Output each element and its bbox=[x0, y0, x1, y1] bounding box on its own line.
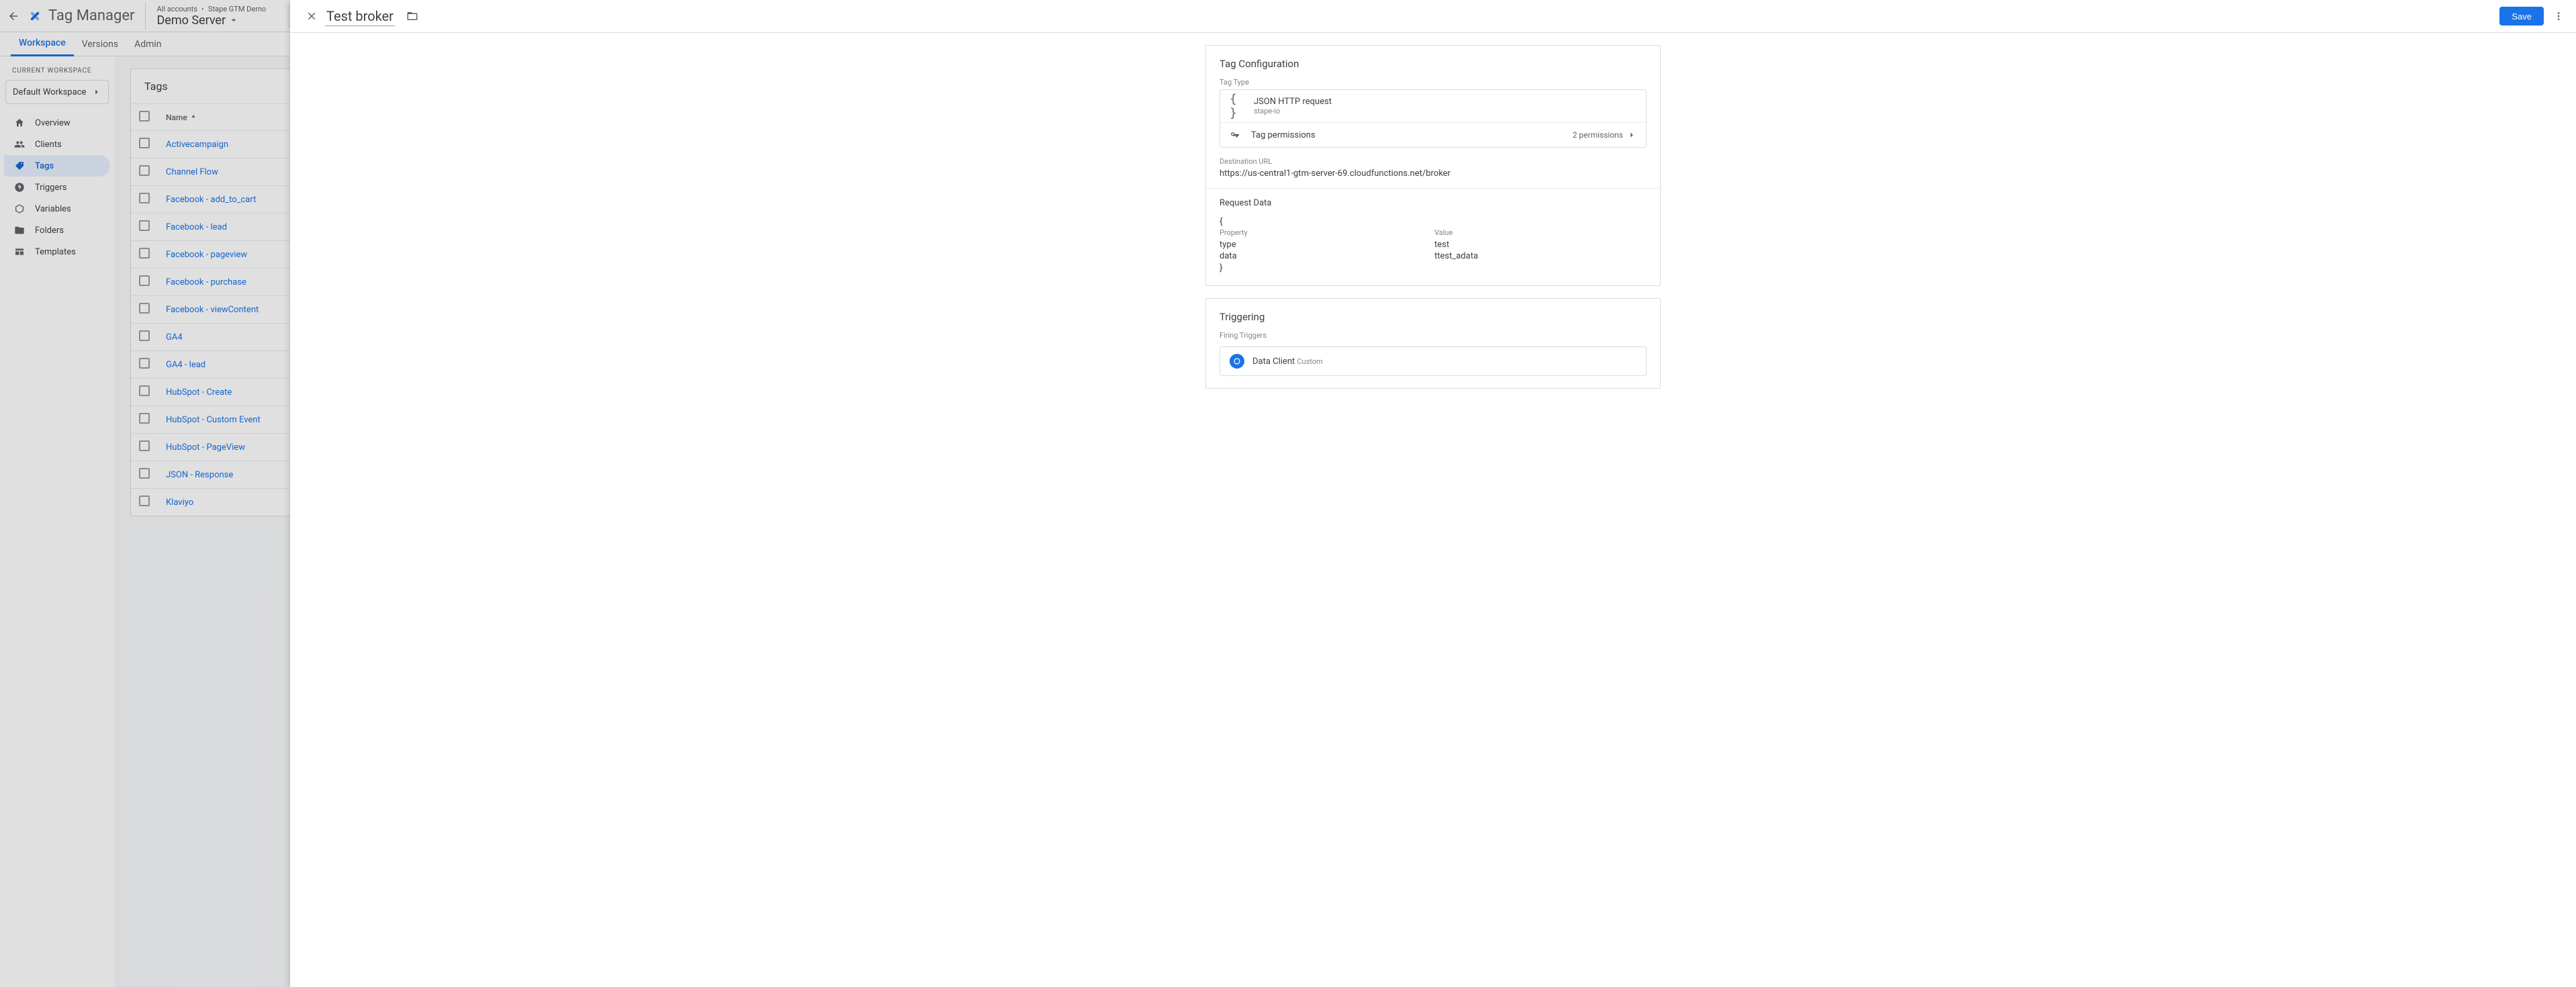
tag-configuration-card[interactable]: Tag Configuration Tag Type { } JSON HTTP… bbox=[1205, 45, 1661, 286]
dest-url-value: https://us-central1-gtm-server-69.cloudf… bbox=[1220, 169, 1647, 179]
braces-icon: { } bbox=[1230, 98, 1246, 114]
triggering-card[interactable]: Triggering Firing Triggers Data Client C… bbox=[1205, 298, 1661, 389]
kv-row: type test bbox=[1220, 240, 1647, 250]
kv-val: ttest_adata bbox=[1434, 251, 1478, 261]
tag-type-label: Tag Type bbox=[1220, 78, 1647, 87]
tag-config-title: Tag Configuration bbox=[1220, 58, 1647, 70]
dest-url-label: Destination URL bbox=[1220, 157, 1647, 166]
template-author: stape-io bbox=[1254, 107, 1332, 115]
tag-permissions-row[interactable]: Tag permissions 2 permissions bbox=[1220, 122, 1646, 147]
col-value: Value bbox=[1434, 228, 1453, 237]
col-property: Property bbox=[1220, 228, 1434, 237]
permissions-count: 2 permissions bbox=[1573, 130, 1623, 140]
trigger-type: Custom bbox=[1297, 357, 1323, 366]
close-brace: } bbox=[1220, 263, 1647, 273]
close-button[interactable] bbox=[298, 3, 325, 30]
tag-permissions-label: Tag permissions bbox=[1251, 130, 1316, 140]
triggering-title: Triggering bbox=[1220, 311, 1647, 323]
save-button[interactable]: Save bbox=[2499, 7, 2544, 26]
folder-button[interactable] bbox=[402, 5, 423, 27]
open-brace: { bbox=[1220, 216, 1647, 227]
request-data-label: Request Data bbox=[1220, 198, 1647, 208]
trigger-name: Data Client bbox=[1252, 357, 1295, 367]
modal-scrim[interactable] bbox=[0, 0, 290, 987]
key-icon bbox=[1230, 130, 1243, 140]
tag-type-box: { } JSON HTTP request stape-io Tag permi… bbox=[1220, 89, 1647, 148]
trigger-row[interactable]: Data Client Custom bbox=[1220, 346, 1647, 376]
folder-icon bbox=[406, 10, 418, 22]
tag-title[interactable]: Test broker bbox=[325, 7, 395, 26]
tag-template-row[interactable]: { } JSON HTTP request stape-io bbox=[1220, 90, 1646, 122]
kv-val: test bbox=[1434, 240, 1449, 250]
close-icon bbox=[306, 10, 318, 22]
firing-triggers-label: Firing Triggers bbox=[1220, 331, 1647, 340]
chevron-right-icon bbox=[1627, 130, 1637, 140]
kv-key: data bbox=[1220, 251, 1434, 261]
trigger-custom-icon bbox=[1230, 354, 1244, 369]
kv-key: type bbox=[1220, 240, 1434, 250]
more-vert-icon bbox=[2553, 11, 2564, 21]
kv-row: data ttest_adata bbox=[1220, 251, 1647, 261]
tag-editor-panel: Test broker Save Tag Configuration Tag T… bbox=[290, 0, 2576, 987]
template-name: JSON HTTP request bbox=[1254, 97, 1332, 107]
more-button[interactable] bbox=[2549, 7, 2568, 26]
